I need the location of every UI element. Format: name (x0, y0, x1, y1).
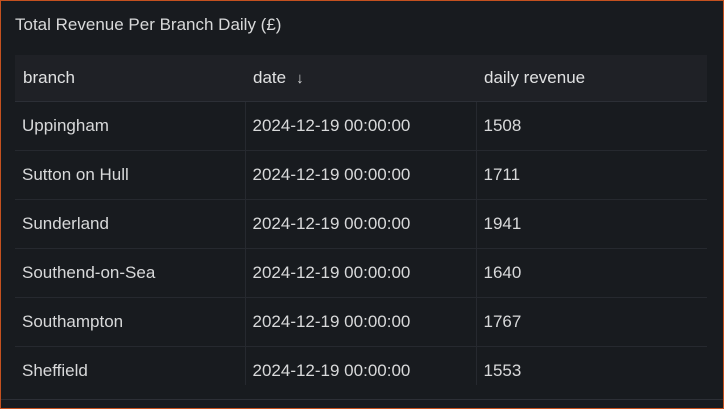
table-row: Southend-on-Sea 2024-12-19 00:00:00 1640 (15, 248, 707, 298)
cell-date: 2024-12-19 00:00:00 (245, 346, 477, 385)
table-row: Sheffield 2024-12-19 00:00:00 1553 (15, 346, 707, 385)
column-header-label: date (253, 68, 287, 87)
cell-daily-revenue: 1711 (476, 150, 707, 200)
arrow-down-icon: ↓ (296, 70, 304, 87)
cell-daily-revenue: 1767 (476, 297, 707, 347)
column-header-branch[interactable]: branch (15, 55, 245, 102)
cell-daily-revenue: 1640 (476, 248, 707, 298)
table-container[interactable]: branch date ↓ daily revenue Uppingham 202… (15, 55, 707, 385)
cell-date: 2024-12-19 00:00:00 (245, 248, 477, 298)
panel-bottom-divider (1, 399, 723, 400)
table-panel: Total Revenue Per Branch Daily (£) branc… (0, 0, 724, 409)
table-row: Sutton on Hull 2024-12-19 00:00:00 1711 (15, 150, 707, 200)
cell-date: 2024-12-19 00:00:00 (245, 199, 477, 249)
revenue-table: branch date ↓ daily revenue Uppingham 202… (15, 55, 707, 385)
cell-daily-revenue: 1508 (476, 101, 707, 151)
cell-daily-revenue: 1941 (476, 199, 707, 249)
cell-branch: Uppingham (15, 101, 246, 151)
cell-date: 2024-12-19 00:00:00 (245, 297, 477, 347)
cell-daily-revenue: 1553 (476, 346, 707, 385)
cell-branch: Southampton (15, 297, 246, 347)
cell-branch: Sutton on Hull (15, 150, 246, 200)
cell-date: 2024-12-19 00:00:00 (245, 101, 477, 151)
table-row: Sunderland 2024-12-19 00:00:00 1941 (15, 199, 707, 249)
panel-title[interactable]: Total Revenue Per Branch Daily (£) (15, 15, 281, 35)
column-header-label: daily revenue (484, 68, 586, 87)
column-header-daily-revenue[interactable]: daily revenue (476, 55, 707, 102)
column-header-date[interactable]: date ↓ (245, 55, 476, 102)
column-header-label: branch (23, 68, 75, 87)
table-header-row: branch date ↓ daily revenue (15, 55, 707, 102)
table-row: Uppingham 2024-12-19 00:00:00 1508 (15, 101, 707, 151)
cell-branch: Southend-on-Sea (15, 248, 246, 298)
cell-date: 2024-12-19 00:00:00 (245, 150, 477, 200)
table-row: Southampton 2024-12-19 00:00:00 1767 (15, 297, 707, 347)
cell-branch: Sunderland (15, 199, 246, 249)
cell-branch: Sheffield (15, 346, 246, 385)
